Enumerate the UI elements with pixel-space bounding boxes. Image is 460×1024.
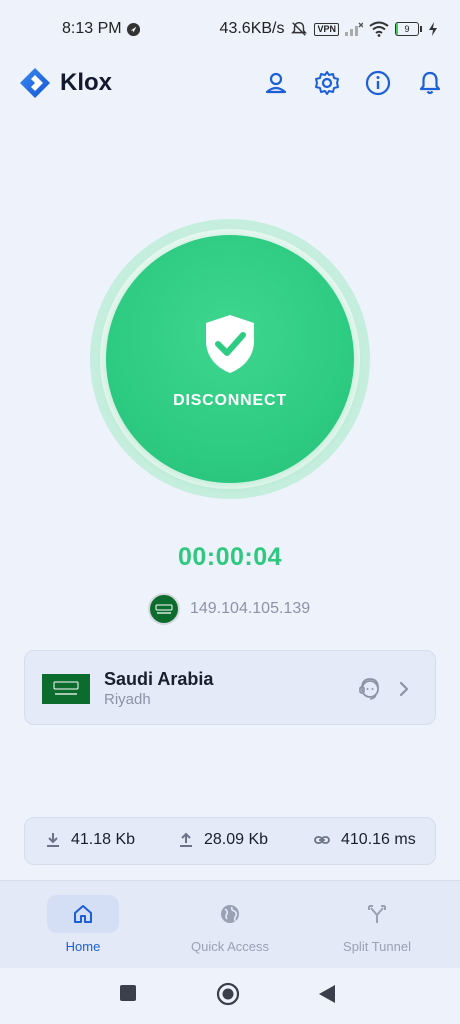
- app-name: Klox: [60, 69, 113, 96]
- recents-button[interactable]: [119, 984, 137, 1002]
- battery-icon: 9: [395, 22, 422, 36]
- ip-address-row: 149.104.105.139: [148, 593, 310, 625]
- split-icon: [368, 905, 386, 923]
- download-value: 41.18 Kb: [71, 831, 136, 848]
- status-bar: 8:13 PM 43.6KB/s VPN 9: [0, 0, 460, 60]
- home-system-button[interactable]: [216, 982, 240, 1006]
- traffic-stats: 41.18 Kb 28.09 Kb 410.16 ms: [24, 817, 436, 865]
- system-navigation-bar: [0, 968, 460, 1024]
- charging-icon: [429, 22, 437, 36]
- support-agent-icon[interactable]: [357, 676, 383, 702]
- home-icon: [74, 905, 92, 923]
- disconnect-label: DISCONNECT: [173, 392, 287, 409]
- saudi-flag-icon: [148, 593, 180, 625]
- status-time-text: 8:13 PM: [62, 20, 122, 37]
- vpn-status-icon: VPN: [314, 22, 339, 36]
- nav-home[interactable]: Home: [13, 895, 153, 954]
- connection-timer: 00:00:04: [177, 543, 283, 571]
- upload-value: 28.09 Kb: [204, 831, 269, 848]
- network-speed: 43.6KB/s: [219, 20, 285, 37]
- klox-logo-icon: [20, 68, 50, 98]
- server-selector[interactable]: Saudi Arabia Riyadh: [24, 650, 436, 725]
- wifi-icon: [369, 21, 389, 37]
- server-country: Saudi Arabia: [104, 669, 214, 689]
- ping-value: 410.16 ms: [341, 831, 416, 848]
- app-logo: Klox: [18, 66, 112, 100]
- mute-bell-icon: [291, 21, 308, 36]
- chevron-right-icon[interactable]: [397, 679, 411, 699]
- saudi-flag-icon: [42, 674, 90, 704]
- download-stat: 41.18 Kb: [45, 831, 135, 849]
- ip-address: 149.104.105.139: [190, 600, 311, 617]
- nav-split-tunnel[interactable]: Split Tunnel: [307, 895, 447, 954]
- globe-icon: [221, 905, 239, 923]
- info-icon[interactable]: [364, 69, 392, 97]
- app-header: Klox: [0, 60, 460, 108]
- nav-split-tunnel-label: Split Tunnel: [343, 939, 411, 954]
- status-time: 8:13 PM: [62, 20, 141, 38]
- nav-quick-access[interactable]: Quick Access: [160, 895, 300, 954]
- upload-icon: [180, 832, 192, 847]
- account-icon[interactable]: [262, 69, 290, 97]
- shield-check-icon: [206, 315, 254, 373]
- location-arrow-icon: [126, 22, 140, 36]
- nav-quick-access-label: Quick Access: [190, 939, 270, 954]
- link-icon: [314, 836, 330, 844]
- battery-level: 9: [404, 24, 410, 34]
- bottom-navigation: Home Quick Access Split Tunnel: [0, 880, 460, 969]
- notification-bell-icon[interactable]: [416, 69, 444, 97]
- status-right: 43.6KB/s VPN 9: [220, 20, 438, 38]
- download-icon: [47, 833, 59, 847]
- upload-stat: 28.09 Kb: [178, 831, 268, 849]
- server-city: Riyadh: [104, 691, 151, 708]
- ping-stat: 410.16 ms: [313, 831, 416, 849]
- cell-signal-icon: [345, 22, 363, 36]
- nav-home-label: Home: [65, 939, 101, 954]
- settings-icon[interactable]: [313, 69, 341, 97]
- back-button[interactable]: [318, 984, 336, 1004]
